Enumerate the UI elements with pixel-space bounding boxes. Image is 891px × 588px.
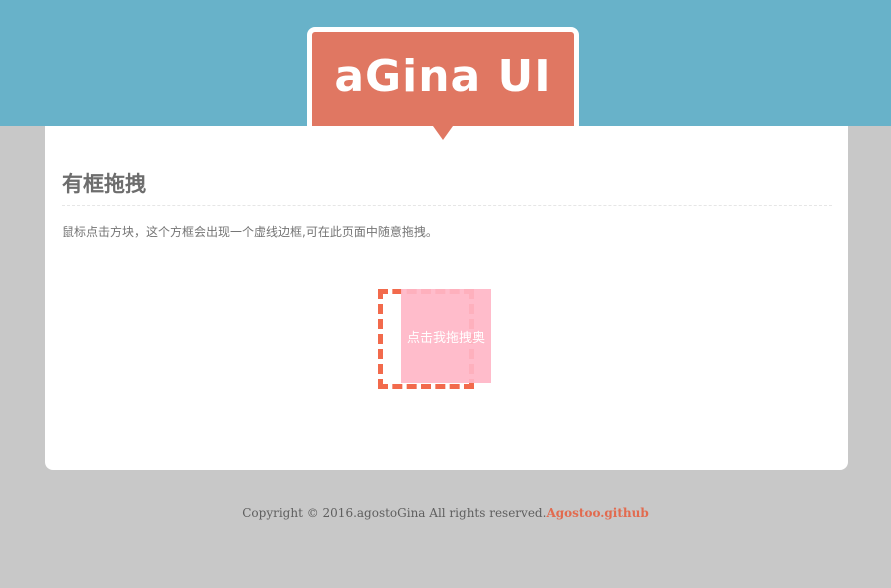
draggable-box[interactable]: 点击我拖拽奥	[401, 289, 491, 383]
copyright-text: Copyright © 2016.agostoGina All rights r…	[242, 506, 547, 520]
title-divider	[62, 205, 832, 206]
description-text: 鼠标点击方块，这个方框会出现一个虚线边框,可在此页面中随意拖拽。	[62, 225, 438, 239]
draggable-box-label: 点击我拖拽奥	[406, 330, 485, 346]
logo-text: aGina UI	[334, 50, 552, 102]
content-card: 有框拖拽 鼠标点击方块，这个方框会出现一个虚线边框,可在此页面中随意拖拽。 点击…	[45, 126, 848, 470]
footer: Copyright © 2016.agostoGina All rights r…	[0, 506, 891, 520]
footer-github-link[interactable]: Agostoo.github	[546, 506, 648, 520]
logo-pointer	[433, 126, 453, 140]
page-title: 有框拖拽	[62, 171, 146, 196]
logo: aGina UI	[307, 27, 579, 126]
